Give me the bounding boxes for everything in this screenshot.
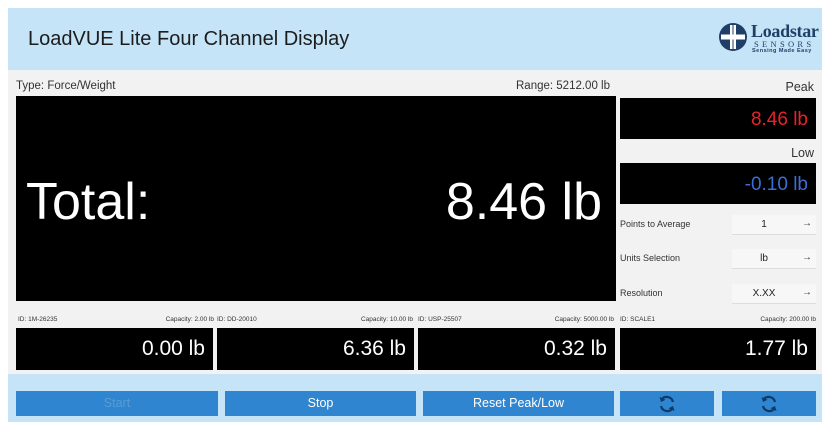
channel-2-display: 6.36 lb [217,328,414,370]
peak-label: Peak [785,80,815,94]
channel-1-id: ID: 1M-26235 [18,316,58,323]
resolution-label: Resolution [620,288,663,298]
points-to-average-value: 1 [761,219,767,230]
range-label: Range: 5212.00 lb [516,80,610,92]
total-label: Total: [26,173,151,231]
points-to-average-select[interactable]: 1 → [732,215,816,235]
dropdown-arrow-icon: → [802,287,812,298]
units-selection-value: lb [760,253,768,264]
peak-display: 8.46 lb [620,98,816,139]
points-to-average-row: Points to Average 1 → [620,215,816,235]
header: LoadVUE Lite Four Channel Display Loadst… [8,8,822,70]
resolution-value: X.XX [752,288,776,299]
channel-2-id: ID: DD-20010 [217,316,257,323]
peak-value: 8.46 lb [750,109,808,130]
app-title: LoadVUE Lite Four Channel Display [28,28,350,50]
low-display: -0.10 lb [620,163,816,204]
low-value: -0.10 lb [744,174,808,195]
units-selection-row: Units Selection lb → [620,249,816,269]
refresh-icon [659,395,675,413]
start-button[interactable]: Start [16,391,218,416]
channel-2-value: 6.36 lb [342,337,406,360]
units-selection-select[interactable]: lb → [732,249,816,269]
loadstar-logo: Loadstar SENSORS Sensing Made Easy [718,20,819,58]
dropdown-arrow-icon: → [802,218,812,229]
channel-1-display: 0.00 lb [16,328,213,370]
channel-4-capacity: Capacity: 200.00 lb [760,316,816,323]
reset-peak-low-button[interactable]: Reset Peak/Low [423,391,614,416]
logo-tagline: Sensing Made Easy [752,48,812,54]
sync-button[interactable] [722,391,816,416]
type-label: Type: Force/Weight [16,80,116,92]
dropdown-arrow-icon: → [802,252,812,263]
app-window: LoadVUE Lite Four Channel Display Loadst… [8,8,822,422]
channel-3-display: 0.32 lb [418,328,615,370]
channel-1-value: 0.00 lb [141,337,205,360]
logo-mark-icon [719,23,747,51]
channel-3-capacity: Capacity: 5000.00 lb [554,316,614,323]
refresh-button[interactable] [620,391,714,416]
channel-3-value: 0.32 lb [543,337,607,360]
total-value: 8.46 lb [445,173,602,231]
resolution-select[interactable]: X.XX → [732,284,816,304]
low-label: Low [791,146,814,160]
channel-1-capacity: Capacity: 2.00 lb [165,316,214,323]
channel-4-value: 1.77 lb [744,337,808,360]
points-to-average-label: Points to Average [620,219,691,229]
channel-4-display: 1.77 lb [620,328,816,370]
channel-2-capacity: Capacity: 10.00 lb [360,316,413,323]
channel-3-id: ID: USP-25507 [418,316,462,323]
resolution-row: Resolution X.XX → [620,284,816,304]
units-selection-label: Units Selection [620,253,681,263]
refresh-icon [761,395,777,413]
total-display: Total: 8.46 lb [16,96,616,301]
channel-4-id: ID: SCALE1 [620,316,656,323]
stop-button[interactable]: Stop [225,391,416,416]
